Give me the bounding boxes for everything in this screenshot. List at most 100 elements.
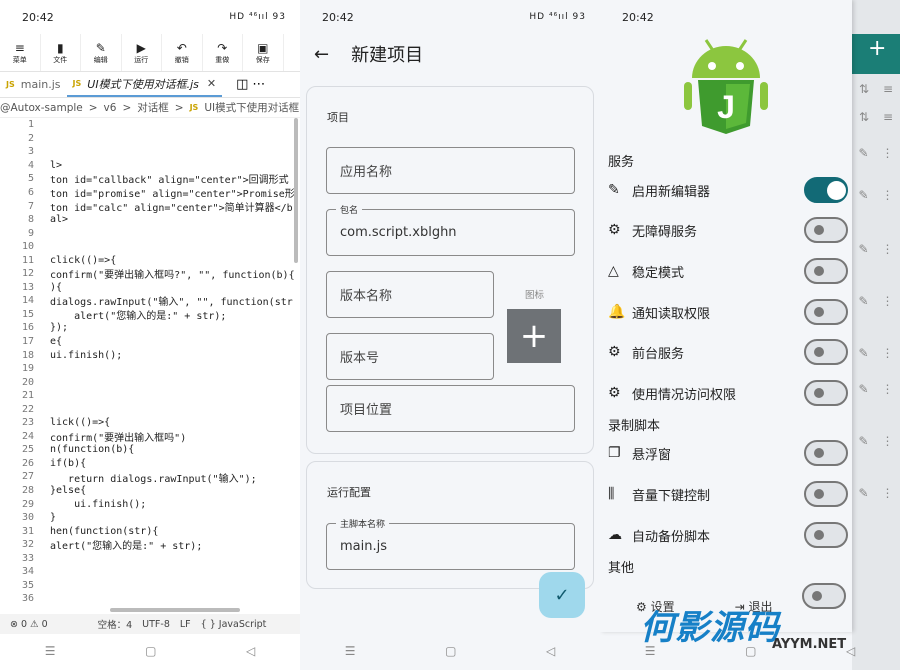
encoding-indicator[interactable]: UTF-8 xyxy=(142,619,170,630)
line-number: 35 xyxy=(21,579,34,591)
project-card: 项目 应用名称 包名 com.script.xblghn 版本名称 图标 + 版… xyxy=(306,86,594,454)
drawer-row[interactable]: ✎ 启用新编辑器 xyxy=(608,175,848,205)
toolbar-label: 撤销 xyxy=(174,55,189,64)
toggle-switch[interactable] xyxy=(804,258,848,284)
drawer-row[interactable]: ❐ 悬浮窗 xyxy=(608,438,848,468)
toggle-switch[interactable] xyxy=(804,522,848,548)
status-bar: 20:42 xyxy=(600,0,852,34)
drawer-row[interactable]: ⫼ 音量下键控制 xyxy=(608,479,848,509)
drawer-row-label: 通知读取权限 xyxy=(632,306,711,322)
toolbar-button-6[interactable]: ▣ 保存 xyxy=(243,34,284,71)
tab-ui-dialog-js[interactable]: JS UI模式下使用对话框.js ✕ xyxy=(66,72,223,97)
code-line: 24 confirm("要弹出输入框吗") xyxy=(0,430,300,444)
horizontal-scrollbar[interactable] xyxy=(110,608,240,612)
toggle-switch[interactable] xyxy=(804,440,848,466)
app-name-field[interactable]: 应用名称 xyxy=(326,147,575,194)
line-number: 3 xyxy=(27,146,34,158)
drawer-row-label: 启用新编辑器 xyxy=(632,184,711,200)
code-line: 16}); xyxy=(0,321,300,335)
toggle-switch[interactable] xyxy=(804,339,848,365)
toggle-switch[interactable] xyxy=(804,481,848,507)
logo-letter: J xyxy=(717,89,735,125)
toggle-switch[interactable] xyxy=(804,217,848,243)
tab-label: UI模式下使用对话框.js xyxy=(87,77,199,91)
toggle-switch[interactable] xyxy=(804,299,848,325)
language-indicator[interactable]: { } JavaScript xyxy=(201,619,267,630)
toolbar-button-0[interactable]: ≡ 菜单 xyxy=(0,34,41,71)
add-icon-button[interactable]: + xyxy=(507,309,561,363)
editor-tabs: JS main.js JS UI模式下使用对话框.js ✕ ◫ ⋯ xyxy=(0,72,300,98)
toggle-switch[interactable] xyxy=(804,380,848,406)
toolbar-button-2[interactable]: ✎ 编辑 xyxy=(81,34,122,71)
code-text: e{ xyxy=(50,336,63,348)
pencil-icon: ✎ xyxy=(95,40,106,55)
status-bar: 20:42 HD ⁴⁶ııl 93 xyxy=(0,0,300,34)
soundwave-icon: ⫼ xyxy=(608,486,615,502)
undo-icon: ↶ xyxy=(176,40,187,55)
js-file-icon: JS xyxy=(6,80,15,89)
drawer-row[interactable]: △ 稳定模式 xyxy=(608,256,848,286)
line-number: 8 xyxy=(27,214,34,226)
home-nav-icon[interactable]: ▢ xyxy=(145,644,156,658)
code-text: hen(function(str){ xyxy=(50,525,159,537)
package-name-field[interactable]: 包名 com.script.xblghn xyxy=(326,203,575,256)
project-location-field[interactable]: 项目位置 xyxy=(326,385,575,432)
toggle-switch[interactable] xyxy=(804,177,848,203)
edit-icon: ✎ ⋮ xyxy=(858,242,894,256)
code-text: n(function(b){ xyxy=(50,444,135,456)
menu-nav-icon[interactable]: ☰ xyxy=(45,644,56,658)
indent-indicator[interactable]: 空格：4 xyxy=(98,617,133,631)
code-line: 36 xyxy=(0,592,300,606)
home-nav-icon[interactable]: ▢ xyxy=(445,644,456,658)
drawer-row[interactable]: ☁ 自动备份脚本 xyxy=(608,520,848,550)
drawer-row[interactable]: ⚙ 前台服务 xyxy=(608,337,848,367)
breadcrumb-item[interactable]: UI模式下使用对话框.js xyxy=(204,100,300,115)
line-number: 25 xyxy=(21,444,34,456)
version-code-field[interactable]: 版本号 xyxy=(326,333,494,380)
drawer-panel: + ⇅ ≡ ⇅ ≡ ✎ ⋮ ✎ ⋮ ✎ ⋮ ✎ ⋮ ✎ ⋮ ✎ ⋮ ✎ ⋮ ✎ ⋮ 20:42 J … xyxy=(600,0,900,670)
code-line: 27 return dialogs.rawInput("输入"); xyxy=(0,470,300,484)
status-time: 20:42 xyxy=(322,10,354,24)
code-line: 17 e{ xyxy=(0,335,300,349)
back-arrow-icon[interactable]: ← xyxy=(314,44,329,65)
main-script-field[interactable]: 主脚本名称 main.js xyxy=(326,517,575,570)
breadcrumb-item[interactable]: 对话框 xyxy=(137,100,169,115)
line-number: 1 xyxy=(27,119,34,131)
confirm-fab[interactable]: ✓ xyxy=(539,572,585,618)
split-editor-icon[interactable]: ◫ xyxy=(236,77,248,92)
line-number: 33 xyxy=(21,552,34,564)
more-icon[interactable]: ⋯ xyxy=(252,77,265,92)
code-line: 28}else{ xyxy=(0,484,300,498)
drawer-row[interactable]: 🔔 通知读取权限 xyxy=(608,297,848,327)
code-text: click(()=>{ xyxy=(50,254,117,266)
toolbar-label: 文件 xyxy=(53,55,68,64)
back-nav-icon[interactable]: ◁ xyxy=(846,644,855,658)
chevron-right-icon: > xyxy=(174,101,184,114)
toggle-switch[interactable] xyxy=(802,583,846,609)
toolbar-button-4[interactable]: ↶ 撤销 xyxy=(162,34,203,71)
code-area[interactable]: 1 2 3 4 l> 5 ton id="callback" align="center">… xyxy=(0,118,300,606)
toolbar-button-1[interactable]: ▮ 文件 xyxy=(41,34,81,71)
vertical-scrollbar[interactable] xyxy=(294,118,298,263)
editor-toolbar: ≡ 菜单 ▮ 文件 ✎ 编辑 ▶ 运行 ↶ 撤销 ↷ 重做 ▣ 保存 xyxy=(0,34,300,72)
drawer-row-label: 前台服务 xyxy=(632,346,685,362)
problems-indicator[interactable]: ⊗ 0 ⚠ 0 xyxy=(10,619,48,630)
tab-main-js[interactable]: JS main.js xyxy=(0,72,67,97)
line-number: 20 xyxy=(21,376,34,388)
version-name-field[interactable]: 版本名称 xyxy=(326,271,494,318)
breadcrumb-item[interactable]: @Autox-sample xyxy=(0,102,83,114)
breadcrumb-item[interactable]: v6 xyxy=(104,102,117,114)
drawer-row[interactable]: ⚙ 使用情况访问权限 xyxy=(608,378,848,408)
line-number: 36 xyxy=(21,593,34,605)
eol-indicator[interactable]: LF xyxy=(180,619,191,630)
menu-nav-icon[interactable]: ☰ xyxy=(345,644,356,658)
back-nav-icon[interactable]: ◁ xyxy=(246,644,255,658)
drawer-row[interactable]: ⚙ 无障碍服务 xyxy=(608,215,848,245)
code-line: 12 confirm("要弹出输入框吗?", "", function(b){ xyxy=(0,267,300,281)
close-icon[interactable]: ✕ xyxy=(207,77,216,90)
toolbar-button-5[interactable]: ↷ 重做 xyxy=(203,34,243,71)
back-nav-icon[interactable]: ◁ xyxy=(546,644,555,658)
toolbar-button-3[interactable]: ▶ 运行 xyxy=(122,34,162,71)
code-line: 2 xyxy=(0,132,300,146)
code-line: 7 ton id="calc" align="center">简单计算器</b xyxy=(0,199,300,214)
